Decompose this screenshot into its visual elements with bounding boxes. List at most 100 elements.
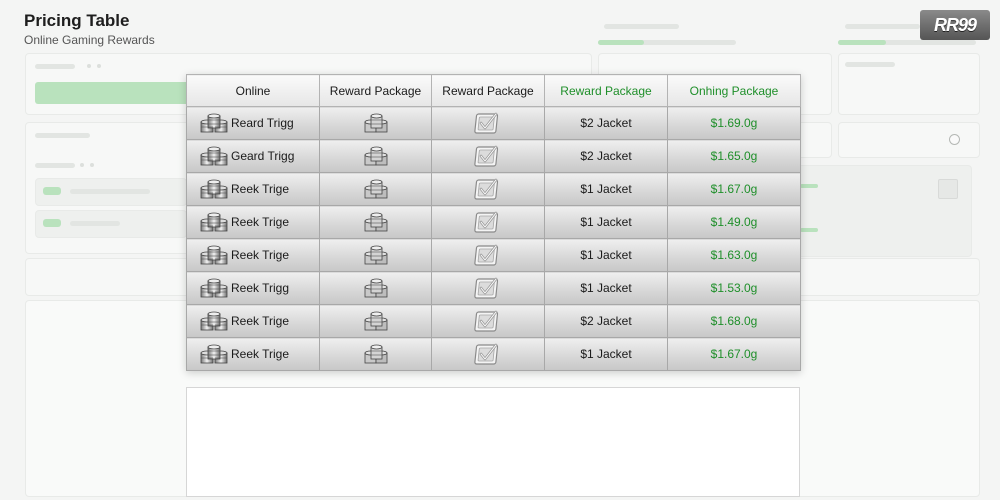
- coin-stack-icon: [361, 179, 391, 199]
- coin-stack-icon: [361, 344, 391, 364]
- package-cell: $1 Jacket: [544, 172, 668, 206]
- bg-green-chip: [43, 187, 61, 195]
- coin-stack-icon: [361, 146, 391, 166]
- bg-dot: [80, 163, 84, 167]
- table-row[interactable]: Reek Trige: [186, 238, 801, 272]
- logo-text: RR99: [933, 14, 977, 35]
- page-subtitle: Online Gaming Rewards: [24, 33, 155, 47]
- checkbox-check-icon[interactable]: [474, 210, 502, 234]
- checkbox-check-icon[interactable]: [474, 342, 502, 366]
- player-cell: Reek Trige: [186, 238, 320, 272]
- reward-coin-cell: [319, 304, 432, 338]
- price-cell: $1.68.0g: [667, 304, 801, 338]
- player-name: Reek Trige: [231, 347, 290, 361]
- package-cell: $1 Jacket: [544, 205, 668, 239]
- bg-dot: [87, 64, 91, 68]
- player-cell: Reek Trigg: [186, 271, 320, 305]
- checkbox-check-icon[interactable]: [474, 276, 502, 300]
- price-cell: $1.63.0g: [667, 238, 801, 272]
- checkbox-check-icon[interactable]: [474, 177, 502, 201]
- reward-coin-cell: [319, 106, 432, 140]
- bg-green-chip: [43, 219, 61, 227]
- player-cell: Reek Trige: [186, 172, 320, 206]
- checkbox-check-icon[interactable]: [474, 309, 502, 333]
- table-row[interactable]: Reek Trige: [186, 337, 801, 371]
- column-header-reward-package: Reward Package: [431, 74, 545, 107]
- checkbox-check-icon[interactable]: [474, 243, 502, 267]
- reward-coin-cell: [319, 337, 432, 371]
- bg-line: [35, 64, 75, 69]
- reward-check-cell[interactable]: [431, 172, 545, 206]
- player-cell: Reek Trige: [186, 337, 320, 371]
- table-row[interactable]: Geard Trigg $2 Jacket $1.65.0g: [186, 139, 801, 173]
- coin-stack-icon: [199, 179, 229, 199]
- table-row[interactable]: Reek Trige: [186, 304, 801, 338]
- coin-stack-icon: [361, 245, 391, 265]
- bg-dot: [97, 64, 101, 68]
- column-header-reward-package: Reward Package: [319, 74, 432, 107]
- reward-coin-cell: [319, 205, 432, 239]
- table-row[interactable]: Reek Trige: [186, 172, 801, 206]
- player-cell: Geard Trigg: [186, 139, 320, 173]
- table-row[interactable]: Reek Trigg $1 Jacket $1.53.0g: [186, 271, 801, 305]
- reward-check-cell[interactable]: [431, 238, 545, 272]
- coin-stack-icon: [199, 311, 229, 331]
- coin-stack-icon: [361, 113, 391, 133]
- bg-line: [70, 189, 150, 194]
- reward-coin-cell: [319, 172, 432, 206]
- checkbox-check-icon[interactable]: [474, 144, 502, 168]
- bg-line: [845, 62, 895, 67]
- player-name: Geard Trigg: [231, 149, 295, 163]
- reward-coin-cell: [319, 271, 432, 305]
- coin-stack-icon: [199, 344, 229, 364]
- player-cell: Reek Trige: [186, 304, 320, 338]
- bg-checkbox-icon: [938, 179, 958, 199]
- player-name: Reek Trige: [231, 215, 290, 229]
- price-cell: $1.65.0g: [667, 139, 801, 173]
- column-header-reward-package: Reward Package: [544, 74, 668, 107]
- reward-coin-cell: [319, 238, 432, 272]
- coin-stack-icon: [199, 212, 229, 232]
- player-name: Reek Trige: [231, 314, 290, 328]
- checkbox-check-icon[interactable]: [474, 111, 502, 135]
- coin-stack-icon: [199, 113, 229, 133]
- package-cell: $2 Jacket: [544, 139, 668, 173]
- player-name: Reek Trige: [231, 248, 290, 262]
- coin-stack-icon: [361, 278, 391, 298]
- player-cell: Reek Trige: [186, 205, 320, 239]
- price-cell: $1.67.0g: [667, 172, 801, 206]
- player-name: Reek Trige: [231, 182, 290, 196]
- bg-green-chip: [800, 228, 818, 232]
- table-row[interactable]: Reek Trige: [186, 205, 801, 239]
- pricing-table: Online Reward Package Reward Package Rew…: [186, 74, 801, 371]
- reward-check-cell[interactable]: [431, 271, 545, 305]
- coin-stack-icon: [361, 212, 391, 232]
- bg-progress-fill: [838, 40, 886, 45]
- package-cell: $1 Jacket: [544, 337, 668, 371]
- reward-check-cell[interactable]: [431, 205, 545, 239]
- reward-check-cell[interactable]: [431, 106, 545, 140]
- bg-line: [35, 163, 75, 168]
- player-name: Reek Trigg: [231, 281, 290, 295]
- price-cell: $1.69.0g: [667, 106, 801, 140]
- price-cell: $1.49.0g: [667, 205, 801, 239]
- column-header-online: Online: [186, 74, 320, 107]
- bg-line: [845, 24, 920, 29]
- bg-line: [604, 24, 679, 29]
- reward-coin-cell: [319, 139, 432, 173]
- price-cell: $1.67.0g: [667, 337, 801, 371]
- table-row[interactable]: Reard Trigg $2 Jacket $1.69.0g: [186, 106, 801, 140]
- coin-stack-icon: [199, 278, 229, 298]
- column-header-onhing-package: Onhing Package: [667, 74, 801, 107]
- reward-check-cell[interactable]: [431, 304, 545, 338]
- reward-check-cell[interactable]: [431, 337, 545, 371]
- coin-stack-icon: [199, 146, 229, 166]
- coin-stack-icon: [361, 311, 391, 331]
- player-cell: Reard Trigg: [186, 106, 320, 140]
- bg-dot: [90, 163, 94, 167]
- bg-line: [35, 133, 90, 138]
- package-cell: $1 Jacket: [544, 238, 668, 272]
- bg-radio-icon: [949, 134, 960, 145]
- reward-check-cell[interactable]: [431, 139, 545, 173]
- player-name: Reard Trigg: [231, 116, 294, 130]
